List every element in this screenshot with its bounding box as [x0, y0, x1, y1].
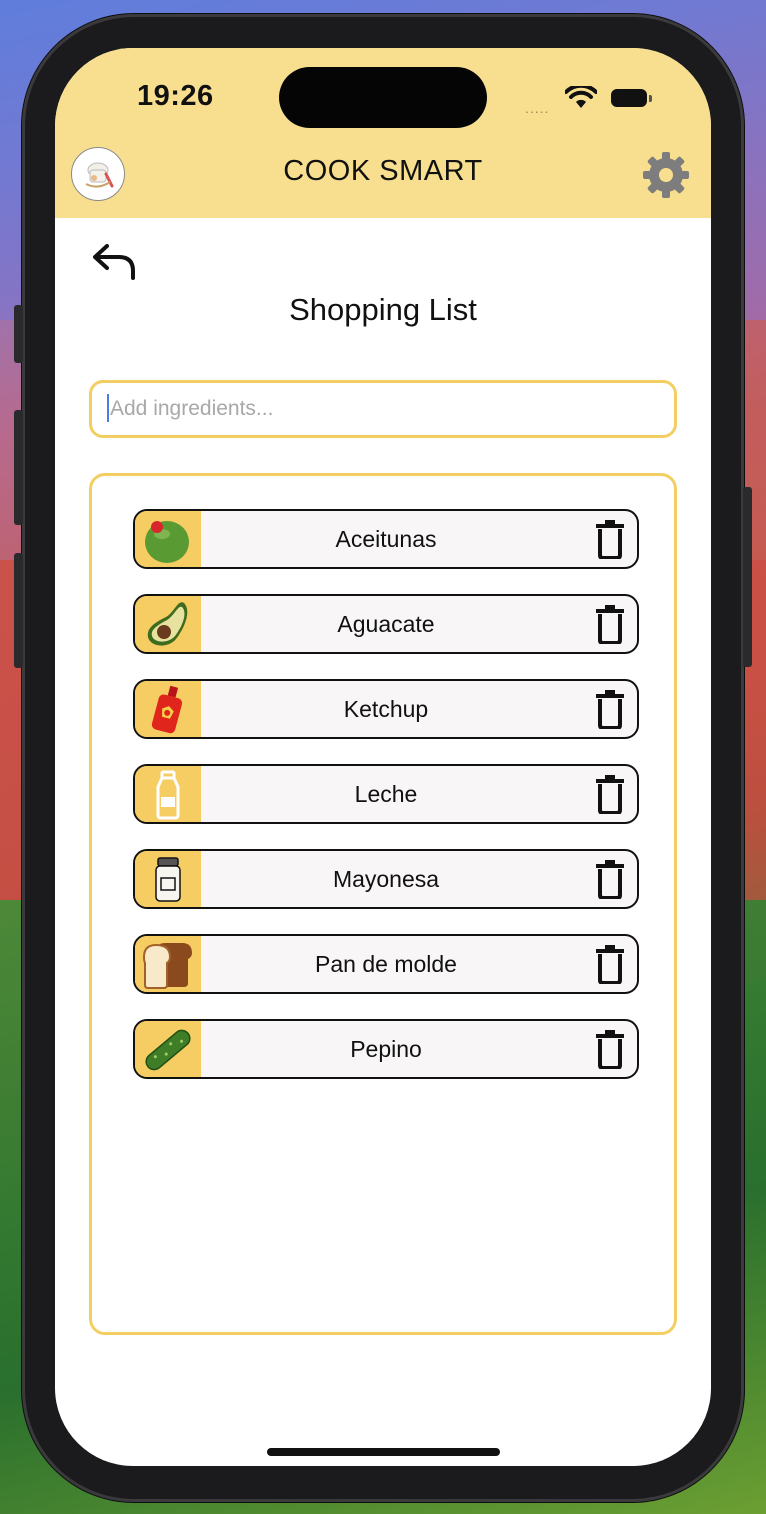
list-item[interactable]: Pepino [133, 1019, 639, 1079]
item-thumbnail [135, 681, 201, 737]
item-thumbnail [135, 1021, 201, 1077]
trash-icon[interactable] [595, 689, 625, 729]
status-icons: ..... [523, 86, 663, 116]
add-ingredients-input[interactable] [89, 380, 677, 438]
ketchup-icon [151, 685, 183, 734]
mayonnaise-jar-icon [155, 857, 181, 902]
list-item[interactable]: Leche [133, 764, 639, 824]
list-item[interactable]: Pan de molde [133, 934, 639, 994]
item-label: Pepino [350, 1035, 422, 1062]
item-thumbnail [135, 766, 201, 822]
cucumber-icon [145, 1029, 191, 1071]
item-thumbnail [135, 596, 201, 652]
item-thumbnail [135, 936, 201, 992]
power-button [743, 487, 752, 667]
list-item[interactable]: Aguacate [133, 594, 639, 654]
bread-icon [142, 943, 192, 989]
status-time: 19:26 [137, 80, 214, 112]
page-title: Shopping List [289, 292, 477, 327]
item-thumbnail [135, 511, 201, 567]
item-label: Leche [354, 780, 418, 807]
trash-icon[interactable] [595, 1029, 625, 1069]
list-item[interactable]: Ketchup [133, 679, 639, 739]
trash-icon[interactable] [595, 519, 625, 559]
action-button [14, 305, 23, 363]
olive-icon [145, 521, 189, 563]
trash-icon[interactable] [595, 774, 625, 814]
item-label: Mayonesa [332, 865, 440, 892]
battery-icon [611, 89, 647, 107]
shopping-list-panel: Aceitunas Aguacate Ketchup Leche Mayones… [89, 473, 677, 1335]
item-label: Aceitunas [335, 525, 437, 552]
text-caret [107, 394, 109, 422]
trash-icon[interactable] [595, 944, 625, 984]
home-indicator[interactable] [267, 1448, 500, 1456]
wifi-icon [565, 86, 597, 108]
trash-icon[interactable] [595, 859, 625, 899]
gear-icon[interactable] [641, 150, 691, 200]
volume-up-button [14, 410, 23, 525]
avocado-icon [147, 602, 188, 646]
battery-cap [649, 95, 652, 102]
milk-bottle-icon [156, 770, 180, 820]
dynamic-island [279, 67, 487, 128]
cellular-signal-icon: ..... [525, 100, 550, 116]
item-label: Ketchup [343, 695, 429, 722]
app-screen: 19:26 ..... COOK SMART Shopping List Add… [55, 48, 711, 1466]
list-item[interactable]: Aceitunas [133, 509, 639, 569]
item-label: Pan de molde [315, 950, 457, 977]
list-item[interactable]: Mayonesa [133, 849, 639, 909]
volume-down-button [14, 553, 23, 668]
back-arrow-icon[interactable] [91, 242, 139, 282]
item-label: Aguacate [337, 610, 435, 637]
app-title: COOK SMART [283, 155, 483, 187]
app-header: 19:26 ..... COOK SMART [55, 48, 711, 218]
trash-icon[interactable] [595, 604, 625, 644]
item-thumbnail [135, 851, 201, 907]
